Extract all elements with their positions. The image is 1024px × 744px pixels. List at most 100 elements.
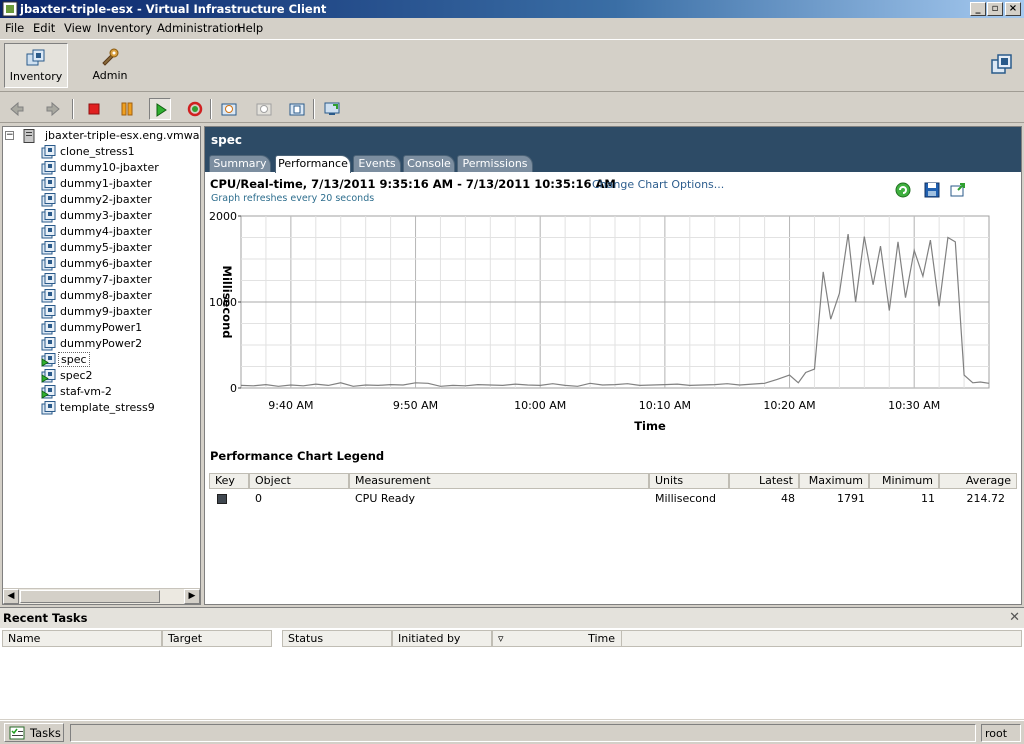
toolbar-separator	[313, 99, 315, 119]
tree-item-label: dummy6-jbaxter	[60, 257, 152, 270]
sort-indicator-icon: ▿	[498, 632, 504, 645]
vm-icon	[41, 209, 56, 223]
menu-inventory[interactable]: Inventory	[97, 21, 152, 35]
vm-icon	[41, 241, 56, 255]
vm-icon	[41, 321, 56, 335]
title-bar: jbaxter-triple-esx - Virtual Infrastruct…	[0, 0, 1024, 18]
legend-col-measurement[interactable]: Measurement	[349, 473, 649, 489]
vm-icon	[41, 305, 56, 319]
tasks-col-initiated-by[interactable]: Initiated by	[392, 630, 492, 647]
x-tick-label: 9:40 AM	[268, 399, 313, 412]
menu-help[interactable]: Help	[237, 21, 263, 35]
tab-console[interactable]: Console	[403, 155, 455, 172]
collapse-toggle[interactable]: −	[5, 131, 14, 140]
menu-view[interactable]: View	[64, 21, 91, 35]
x-tick-label: 10:10 AM	[639, 399, 691, 412]
tasks-col-name[interactable]: Name	[2, 630, 162, 647]
toolbar-separator	[72, 99, 74, 119]
tasks-col-time[interactable]: ▿ Time	[492, 630, 622, 647]
vm-icon	[41, 177, 56, 191]
snapshot-icon	[221, 103, 237, 116]
x-tick-label: 10:30 AM	[888, 399, 940, 412]
tasks-col-target[interactable]: Target	[162, 630, 272, 647]
current-user: root	[981, 724, 1021, 742]
tree-item-label: dummyPower1	[60, 321, 143, 334]
reset-icon	[187, 101, 203, 117]
tasks-col-filler	[622, 630, 1022, 647]
y-tick-label: 0	[230, 382, 237, 395]
back-button[interactable]	[6, 98, 28, 120]
status-bar: Tasks root	[0, 720, 1024, 744]
toolbar-separator	[210, 99, 212, 119]
menu-edit[interactable]: Edit	[33, 21, 55, 35]
maximize-button[interactable]: ▫	[987, 2, 1003, 16]
open-console-button[interactable]	[321, 98, 343, 120]
legend-col-units[interactable]: Units	[649, 473, 729, 489]
window-title: jbaxter-triple-esx - Virtual Infrastruct…	[20, 2, 327, 16]
pause-icon	[121, 102, 133, 116]
legend-title: Performance Chart Legend	[210, 449, 385, 463]
admin-button[interactable]: Admin	[84, 43, 136, 88]
vm-icon	[41, 289, 56, 303]
tree-item-label: dummy4-jbaxter	[60, 225, 152, 238]
vm-icon	[41, 401, 56, 415]
change-chart-options-link[interactable]: Change Chart Options...	[592, 178, 724, 191]
tasks-col-status[interactable]: Status	[282, 630, 392, 647]
popout-chart-icon[interactable]	[949, 181, 967, 199]
close-button[interactable]: ×	[1005, 2, 1021, 16]
snapshot-manager-button[interactable]	[286, 98, 308, 120]
tree-horizontal-scrollbar[interactable]: ◀ ▶	[3, 588, 200, 604]
tab-performance[interactable]: Performance	[275, 155, 351, 173]
forward-arrow-icon	[46, 101, 60, 117]
tasks-icon	[9, 726, 25, 740]
refresh-icon[interactable]	[894, 181, 912, 199]
tree-item-label: spec2	[60, 369, 93, 382]
power-on-button[interactable]	[149, 98, 171, 120]
menu-bar: File Edit View Inventory Administration …	[0, 18, 1024, 38]
reset-button[interactable]	[184, 98, 206, 120]
performance-chart: 0100020009:40 AM 9:50 AM 10:00 AM 10:10 AM 1…	[209, 210, 990, 433]
scroll-left-arrow[interactable]: ◀	[3, 589, 19, 604]
admin-icon	[102, 48, 119, 66]
legend-col-minimum[interactable]: Minimum	[869, 473, 939, 489]
vm-icon	[41, 225, 56, 239]
tasks-col-time-label: Time	[588, 632, 615, 645]
vm-title: spec	[211, 133, 242, 147]
tab-summary[interactable]: Summary	[209, 155, 271, 172]
inventory-button[interactable]: Inventory	[4, 43, 68, 88]
tab-permissions[interactable]: Permissions	[457, 155, 533, 172]
inventory-icon	[26, 49, 45, 66]
menu-file[interactable]: File	[5, 21, 24, 35]
tree-item-label: spec	[58, 352, 90, 367]
stop-icon	[88, 103, 100, 115]
vm-console-icon[interactable]	[990, 53, 1014, 77]
scroll-right-arrow[interactable]: ▶	[184, 589, 200, 604]
revert-snapshot-button[interactable]	[253, 98, 275, 120]
menu-administration[interactable]: Administration	[157, 21, 241, 35]
save-icon[interactable]	[923, 181, 941, 199]
tree-item-label: dummy8-jbaxter	[60, 289, 152, 302]
power-off-button[interactable]	[83, 98, 105, 120]
vm-powered-on-icon	[41, 385, 56, 399]
legend-col-average[interactable]: Average	[939, 473, 1017, 489]
y-tick-label: 2000	[209, 210, 237, 223]
tab-events[interactable]: Events	[353, 155, 401, 172]
x-tick-label: 9:50 AM	[393, 399, 438, 412]
inventory-tree: − jbaxter-triple-esx.eng.vmware.c clone_…	[2, 126, 201, 605]
close-icon[interactable]: ✕	[1009, 610, 1020, 625]
vm-icon	[41, 193, 56, 207]
legend-col-key[interactable]: Key	[209, 473, 249, 489]
legend-col-latest[interactable]: Latest	[729, 473, 799, 489]
snapshot-button[interactable]	[218, 98, 240, 120]
scroll-thumb[interactable]	[20, 590, 160, 603]
toolbar	[0, 94, 1024, 123]
minimize-button[interactable]: _	[970, 2, 986, 16]
suspend-button[interactable]	[116, 98, 138, 120]
back-arrow-icon	[10, 101, 24, 117]
legend-col-maximum[interactable]: Maximum	[799, 473, 869, 489]
tasks-tab-button[interactable]: Tasks	[4, 723, 64, 742]
forward-button[interactable]	[42, 98, 64, 120]
legend-latest: 48	[781, 492, 795, 505]
legend-col-object[interactable]: Object	[249, 473, 349, 489]
admin-label: Admin	[92, 69, 128, 82]
